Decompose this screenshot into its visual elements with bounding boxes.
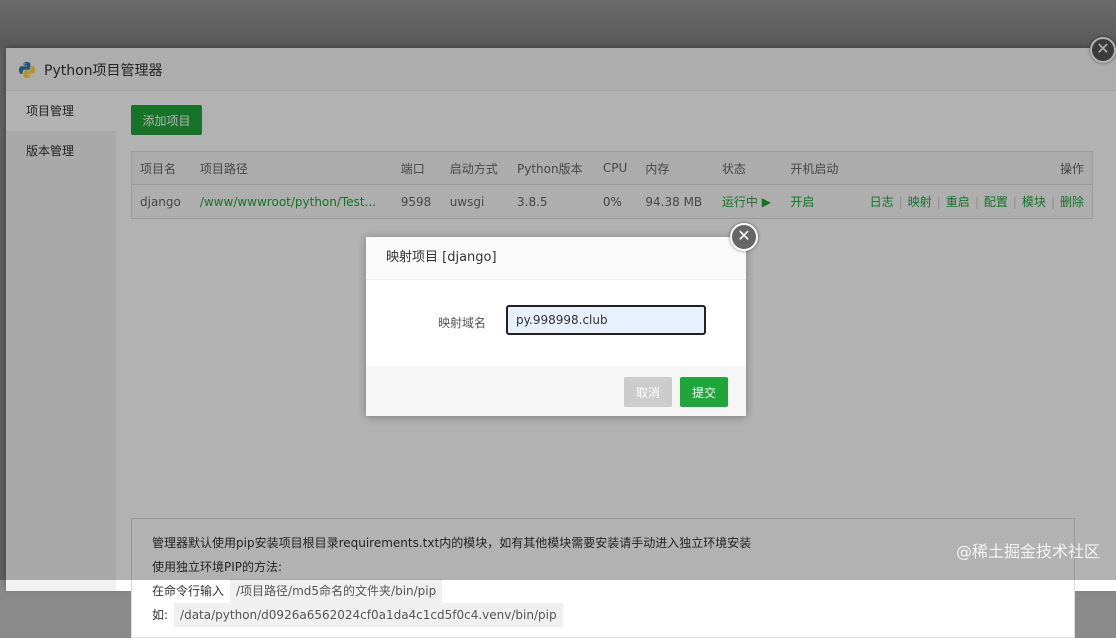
info-line-4: 如: /data/python/d0926a6562024cf0a1da4c1cd… [152,603,1054,627]
dialog-close-icon[interactable]: ✕ [730,223,758,251]
info-line-3-prefix: 在命令行输入 [152,584,225,598]
dialog-body: 映射域名 [366,280,746,366]
pip-example-code: /data/python/d0926a6562024cf0a1da4c1cd5f… [174,603,563,627]
domain-field-label: 映射域名 [438,316,487,330]
dialog-footer: 取消 提交 [366,366,746,416]
dialog-title: 映射项目 [django] [366,237,746,280]
info-line-3: 在命令行输入/项目路径/md5命名的文件夹/bin/pip [152,579,1054,603]
watermark-text: @稀土掘金技术社区 [955,542,1100,561]
submit-button[interactable]: 提交 [680,377,728,407]
pip-path-code: /项目路径/md5命名的文件夹/bin/pip [230,579,443,603]
cancel-button[interactable]: 取消 [624,377,672,407]
map-project-dialog: 映射项目 [django] ✕ 映射域名 取消 提交 [366,223,758,416]
info-line-4-prefix: 如: [152,608,169,622]
domain-input[interactable] [506,305,706,335]
